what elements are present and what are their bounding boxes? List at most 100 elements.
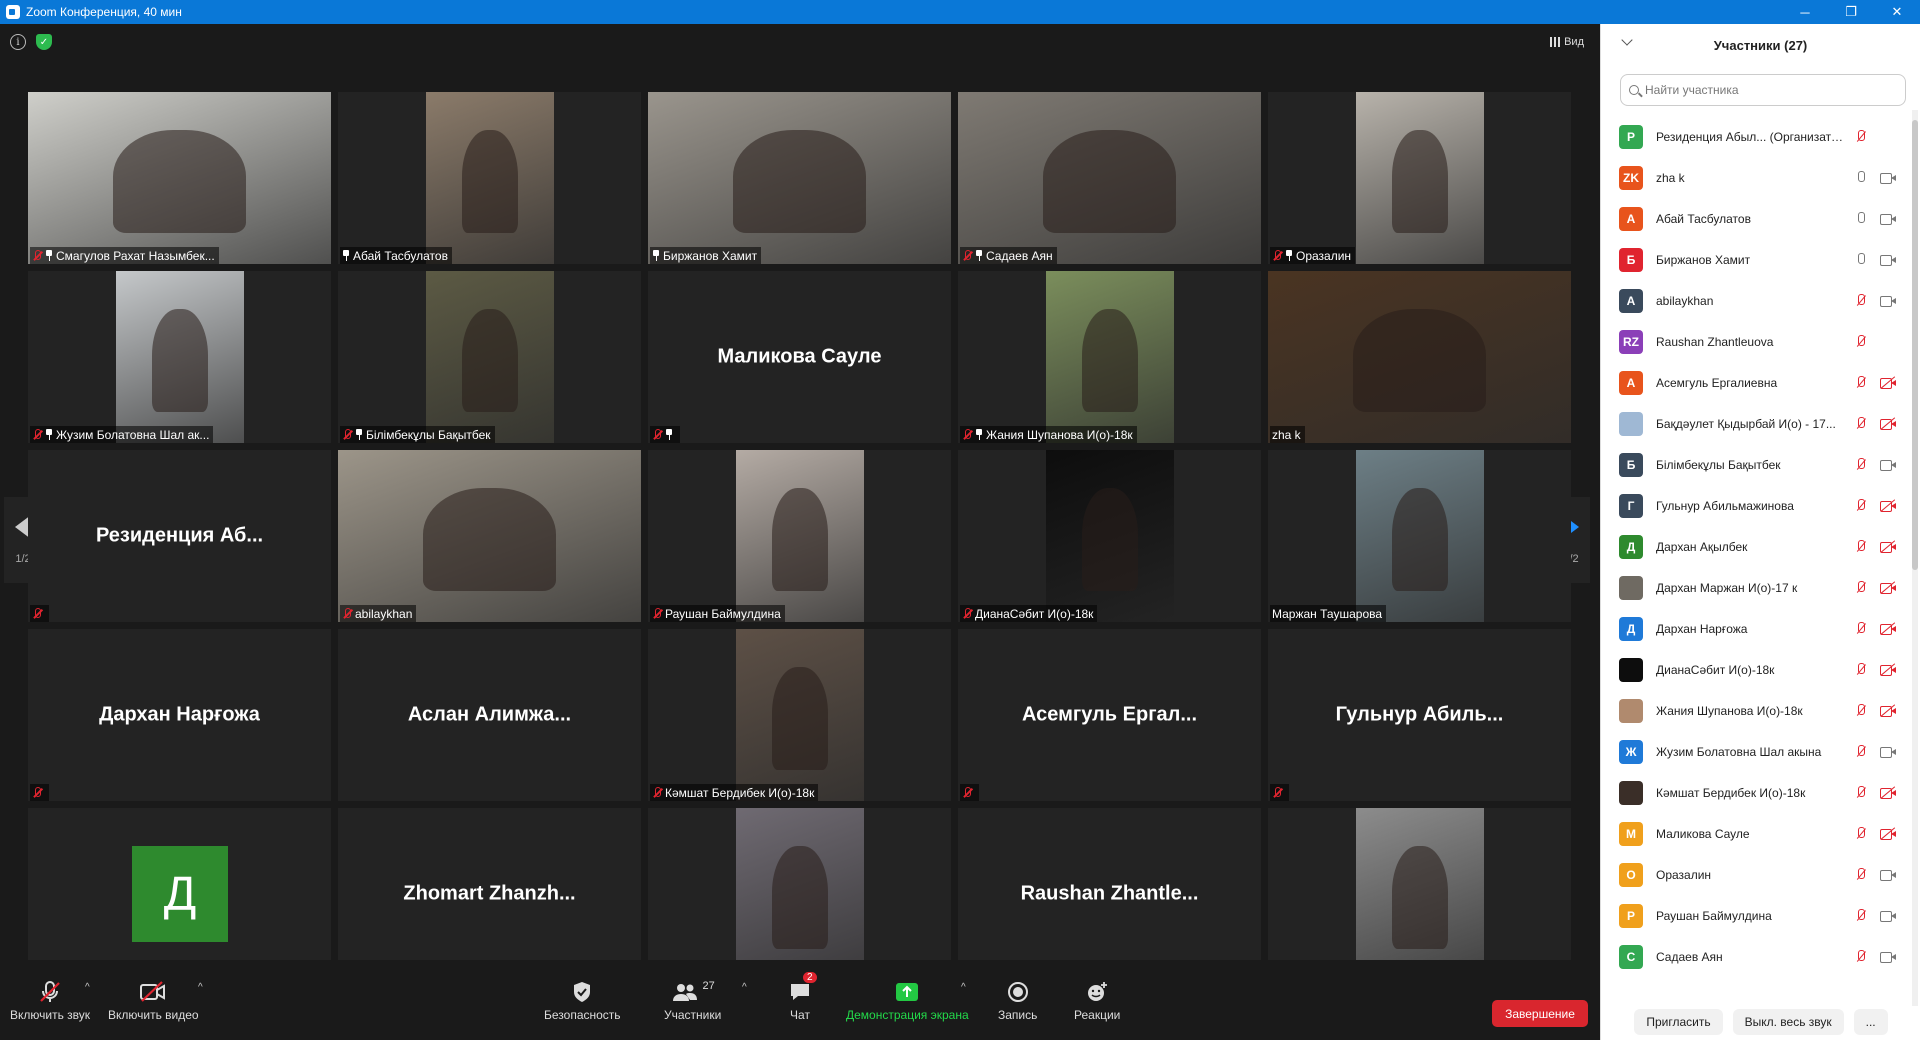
video-tile[interactable]: Оразалин xyxy=(1268,92,1571,264)
participant-row[interactable]: Кәмшат Бердибек И(о)-18к xyxy=(1601,772,1906,813)
mute-all-button[interactable]: Выкл. весь звук xyxy=(1732,1009,1844,1035)
participants-button[interactable]: 27 Участники xyxy=(664,980,721,1022)
share-screen-button[interactable]: Демонстрация экрана xyxy=(846,980,969,1022)
video-tile[interactable]: Білімбекұлы Бақытбек xyxy=(338,271,641,443)
participant-row[interactable]: Дархан Маржан И(о)-17 к xyxy=(1601,567,1906,608)
participant-row[interactable]: Б Білімбекұлы Бақытбек xyxy=(1601,444,1906,485)
video-tile[interactable]: Гульнур Абиль... xyxy=(1268,629,1571,801)
video-tile[interactable]: Raushan Zhantle... xyxy=(958,808,1261,980)
audio-options-caret[interactable]: ^ xyxy=(85,982,90,993)
participant-row[interactable]: А Асемгуль Ергалиевна xyxy=(1601,362,1906,403)
video-options-caret[interactable]: ^ xyxy=(198,982,203,993)
participant-row[interactable]: Д Дархан Ақылбек xyxy=(1601,526,1906,567)
mic-muted-icon[interactable] xyxy=(1856,294,1866,307)
participant-row[interactable]: М Маликова Сауле xyxy=(1601,813,1906,854)
mic-muted-icon[interactable] xyxy=(1856,376,1866,389)
video-tile[interactable]: Маржан Таушарова xyxy=(1268,450,1571,622)
video-tile[interactable]: Асемгуль Ергал... xyxy=(958,629,1261,801)
video-tile[interactable]: ДианаСәбит И(о)-18к xyxy=(958,450,1261,622)
participant-row[interactable]: А Абай Тасбулатов xyxy=(1601,198,1906,239)
end-meeting-button[interactable]: Завершение xyxy=(1492,1000,1588,1027)
participant-avatar: Г xyxy=(1619,493,1643,518)
participant-row[interactable]: Жания Шупанова И(о)-18к xyxy=(1601,690,1906,731)
minimize-button[interactable]: ─ xyxy=(1782,0,1828,24)
participants-options-caret[interactable]: ^ xyxy=(742,982,747,993)
video-tile[interactable]: Биржанов Хамит xyxy=(648,92,951,264)
video-tile[interactable]: Резиденция Аб... xyxy=(28,450,331,622)
mic-muted-icon[interactable] xyxy=(1856,458,1866,471)
participant-video-feed xyxy=(1356,450,1484,622)
participant-row[interactable]: Бақдәулет Қыдырбай И(о) - 17... xyxy=(1601,403,1906,444)
participant-avatar: ZK xyxy=(1619,165,1643,190)
mic-muted-icon[interactable] xyxy=(1856,335,1866,348)
reactions-button[interactable]: Реакции xyxy=(1074,980,1120,1022)
encryption-shield-icon[interactable]: ✓ xyxy=(36,34,52,50)
video-tile[interactable]: Zhomart Zhanzh... xyxy=(338,808,641,980)
mic-muted-icon[interactable] xyxy=(1856,130,1866,143)
maximize-button[interactable]: ❐ xyxy=(1828,0,1874,24)
participant-avatar: А xyxy=(1619,370,1643,395)
mic-muted-icon[interactable] xyxy=(1856,622,1866,635)
video-tile[interactable]: Кәмшат Бердибек И(о)-18к xyxy=(648,629,951,801)
video-tile[interactable]: Аслан Алимжа... xyxy=(338,629,641,801)
video-tile[interactable]: Дархан Маржан И(о)-17 к xyxy=(648,808,951,980)
mic-muted-icon[interactable] xyxy=(1856,540,1866,553)
mic-muted-icon[interactable] xyxy=(1856,499,1866,512)
chat-button[interactable]: 2 Чат xyxy=(789,972,817,1022)
video-tile[interactable]: Смагулов Рахат Назымбек... xyxy=(28,92,331,264)
mic-muted-icon[interactable] xyxy=(1856,745,1866,758)
mic-muted-icon[interactable] xyxy=(1856,827,1866,840)
view-button[interactable]: Вид xyxy=(1550,36,1584,48)
participant-search-input[interactable]: Найти участника xyxy=(1620,74,1906,106)
participant-row[interactable]: ДианаСәбит И(о)-18к xyxy=(1601,649,1906,690)
mic-muted-icon[interactable] xyxy=(1856,909,1866,922)
invite-button[interactable]: Пригласить xyxy=(1634,1009,1723,1035)
mic-muted-icon[interactable] xyxy=(1856,704,1866,717)
mic-icon[interactable] xyxy=(1856,253,1866,266)
participant-list-scrollbar[interactable] xyxy=(1912,110,1918,1006)
close-button[interactable]: ✕ xyxy=(1874,0,1920,24)
mic-icon[interactable] xyxy=(1856,212,1866,225)
pin-icon xyxy=(975,250,983,261)
participant-row[interactable]: Р Раушан Баймулдина xyxy=(1601,895,1906,936)
share-options-caret[interactable]: ^ xyxy=(961,982,966,993)
video-tile[interactable]: abilaykhan xyxy=(338,450,641,622)
participant-row[interactable]: Б Биржанов Хамит xyxy=(1601,239,1906,280)
security-button[interactable]: Безопасность xyxy=(544,980,621,1022)
video-tile[interactable]: Абай Тасбулатов xyxy=(338,92,641,264)
tile-participant-name: Жания Шупанова И(о)-18к xyxy=(986,427,1133,442)
video-tile[interactable]: Дархан Нарғожа xyxy=(28,629,331,801)
video-tile[interactable]: zha k xyxy=(1268,271,1571,443)
mic-muted-icon[interactable] xyxy=(1856,868,1866,881)
video-tile[interactable]: Юлия Морозова И(о)-18 xyxy=(1268,808,1571,980)
participant-avatar: А xyxy=(1619,206,1643,231)
info-icon[interactable]: i xyxy=(10,34,26,50)
mic-muted-icon[interactable] xyxy=(1856,581,1866,594)
video-tile[interactable]: Садаев Аян xyxy=(958,92,1261,264)
mic-muted-icon[interactable] xyxy=(1856,417,1866,430)
chevron-down-icon[interactable] xyxy=(1621,34,1633,46)
unmute-button[interactable]: Включить звук xyxy=(10,980,90,1022)
participant-row[interactable]: ZK zha k xyxy=(1601,157,1906,198)
participant-row[interactable]: Г Гульнур Абильмажинова xyxy=(1601,485,1906,526)
start-video-button[interactable]: Включить видео xyxy=(108,980,199,1022)
participant-row[interactable]: С Садаев Аян xyxy=(1601,936,1906,977)
mic-muted-icon[interactable] xyxy=(1856,663,1866,676)
participant-row[interactable]: Aabilaykhan xyxy=(1601,280,1906,321)
participant-row[interactable]: Д Дархан Нарғожа xyxy=(1601,608,1906,649)
video-tile[interactable]: Маликова Сауле xyxy=(648,271,951,443)
mic-muted-icon[interactable] xyxy=(1856,786,1866,799)
video-tile[interactable]: Жания Шупанова И(о)-18к xyxy=(958,271,1261,443)
mic-muted-icon[interactable] xyxy=(1856,950,1866,963)
video-tile[interactable]: ДДархан Ақылбек xyxy=(28,808,331,980)
video-tile[interactable]: Раушан Баймулдина xyxy=(648,450,951,622)
mic-icon[interactable] xyxy=(1856,171,1866,184)
more-options-button[interactable]: ... xyxy=(1853,1009,1888,1035)
participant-name: Раушан Баймулдина xyxy=(1656,908,1772,923)
participant-row[interactable]: Р Резиденция Абыл... (Организатор, я) xyxy=(1601,116,1906,157)
video-tile[interactable]: Жузим Болатовна Шал ак... xyxy=(28,271,331,443)
record-button[interactable]: Запись xyxy=(998,980,1037,1022)
participant-row[interactable]: RZ Raushan Zhantleuova xyxy=(1601,321,1906,362)
participant-row[interactable]: Ж Жузим Болатовна Шал акына xyxy=(1601,731,1906,772)
participant-row[interactable]: О Оразалин xyxy=(1601,854,1906,895)
